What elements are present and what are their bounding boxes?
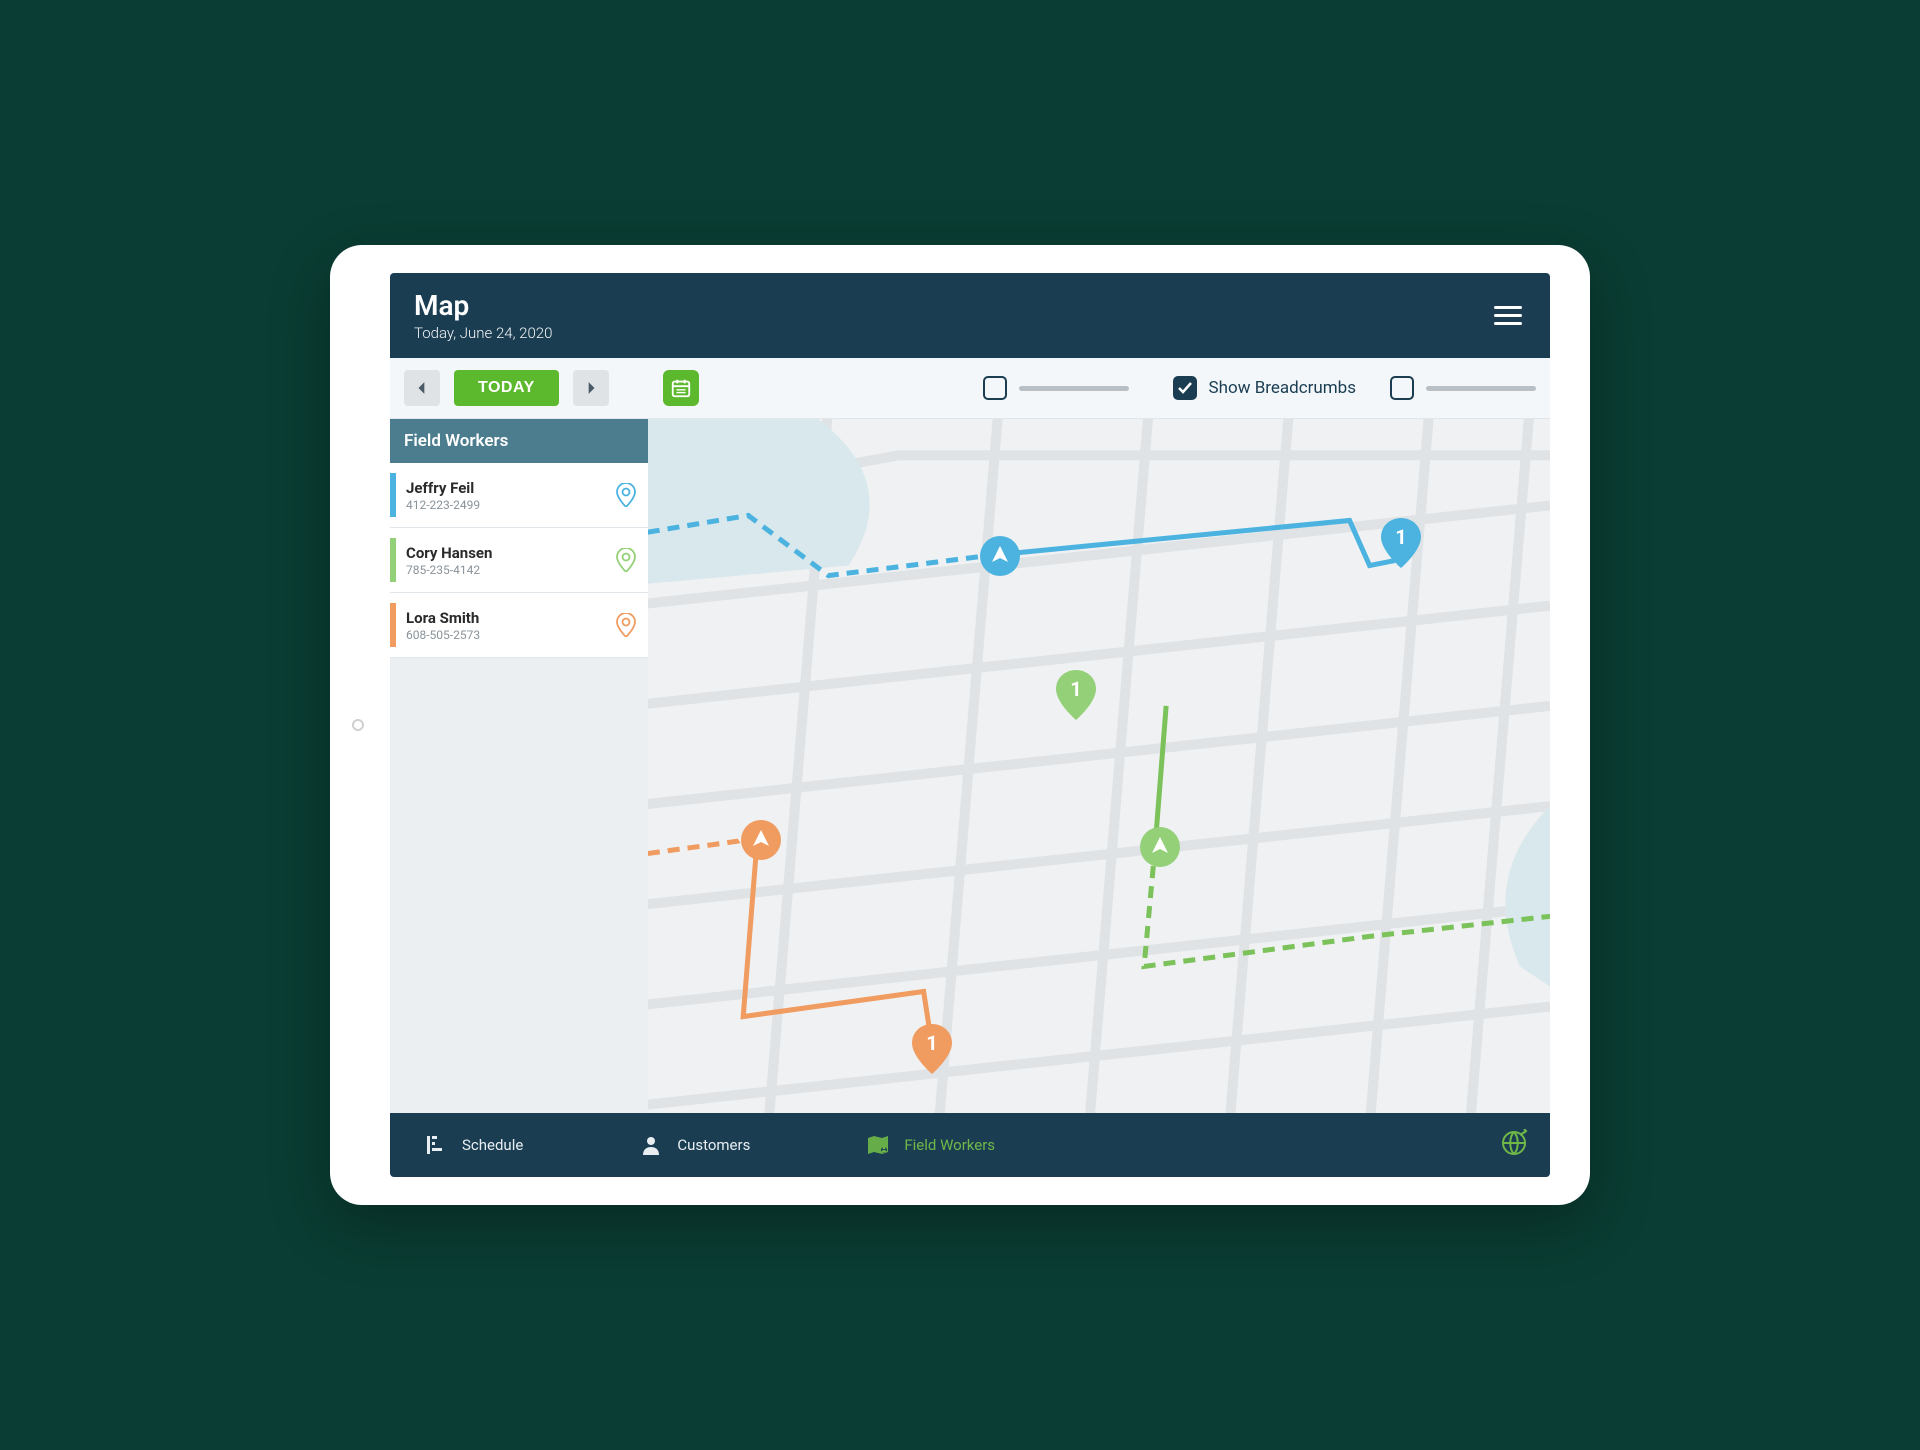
- content-area: Field Workers Jeffry Feil 412-223-2499: [390, 419, 1550, 1113]
- toolbar: TODAY: [390, 358, 1550, 419]
- worker-name: Jeffry Feil: [406, 479, 616, 497]
- svg-text:1: 1: [1395, 525, 1406, 549]
- worker-cursor-green[interactable]: [1138, 825, 1182, 873]
- breadcrumbs-label: Show Breadcrumbs: [1209, 378, 1356, 398]
- navigation-icon: [1138, 825, 1182, 869]
- map-pin-orange-1[interactable]: 1: [912, 1024, 952, 1078]
- nav-label: Customers: [677, 1136, 750, 1154]
- pin-icon: [616, 613, 636, 637]
- map-person-icon: [866, 1133, 890, 1157]
- nav-field-workers[interactable]: Field Workers: [848, 1125, 1013, 1165]
- calendar-button[interactable]: [663, 370, 699, 406]
- chevron-left-icon: [415, 381, 429, 395]
- filter-breadcrumbs: Show Breadcrumbs: [1173, 376, 1356, 400]
- worker-name: Cory Hansen: [406, 544, 616, 562]
- app-header: Map Today, June 24, 2020: [390, 273, 1550, 358]
- svg-text:1: 1: [926, 1031, 937, 1055]
- prev-day-button[interactable]: [404, 370, 440, 406]
- breadcrumbs-checkbox[interactable]: [1173, 376, 1197, 400]
- page-date: Today, June 24, 2020: [414, 324, 552, 342]
- pin-icon: [616, 483, 636, 507]
- worker-phone: 412-223-2499: [406, 498, 616, 512]
- filter-3-slider[interactable]: [1426, 386, 1536, 391]
- calendar-icon: [670, 377, 692, 399]
- pin-icon: 1: [912, 1024, 952, 1074]
- check-icon: [1177, 380, 1193, 396]
- person-icon: [639, 1133, 663, 1157]
- worker-color-swatch: [390, 603, 396, 647]
- worker-cursor-blue[interactable]: [978, 534, 1022, 582]
- filter-1-checkbox[interactable]: [983, 376, 1007, 400]
- worker-color-swatch: [390, 473, 396, 517]
- map-pin-blue-1[interactable]: 1: [1381, 518, 1421, 572]
- filter-1-slider[interactable]: [1019, 386, 1129, 391]
- pin-icon: 1: [1056, 670, 1096, 720]
- menu-icon[interactable]: [1490, 302, 1526, 329]
- nav-label: Schedule: [462, 1136, 523, 1154]
- navigation-icon: [739, 818, 783, 862]
- today-button[interactable]: TODAY: [454, 370, 559, 406]
- tablet-frame: Map Today, June 24, 2020 TODAY: [330, 245, 1590, 1205]
- next-day-button[interactable]: [573, 370, 609, 406]
- filter-1: [983, 376, 1129, 400]
- worker-phone: 785-235-4142: [406, 563, 616, 577]
- schedule-icon: [424, 1133, 448, 1157]
- worker-item-1[interactable]: Cory Hansen 785-235-4142: [390, 528, 648, 593]
- worker-item-2[interactable]: Lora Smith 608-505-2573: [390, 593, 648, 658]
- pin-icon: 1: [1381, 518, 1421, 568]
- sidebar-title: Field Workers: [390, 419, 648, 463]
- nav-customers[interactable]: Customers: [621, 1125, 768, 1165]
- nav-label: Field Workers: [904, 1136, 995, 1154]
- worker-color-swatch: [390, 538, 396, 582]
- globe-icon: [1500, 1129, 1528, 1157]
- chevron-right-icon: [584, 381, 598, 395]
- worker-cursor-orange[interactable]: [739, 818, 783, 866]
- map-pin-green-1[interactable]: 1: [1056, 670, 1096, 724]
- app-screen: Map Today, June 24, 2020 TODAY: [390, 273, 1550, 1177]
- tablet-home-button: [352, 719, 364, 731]
- sidebar: Field Workers Jeffry Feil 412-223-2499: [390, 419, 648, 1113]
- worker-phone: 608-505-2573: [406, 628, 616, 642]
- worker-item-0[interactable]: Jeffry Feil 412-223-2499: [390, 463, 648, 528]
- filter-3-checkbox[interactable]: [1390, 376, 1414, 400]
- filter-3: [1390, 376, 1536, 400]
- worker-name: Lora Smith: [406, 609, 616, 627]
- globe-button[interactable]: [1494, 1123, 1534, 1167]
- nav-schedule[interactable]: Schedule: [406, 1125, 541, 1165]
- page-title: Map: [414, 289, 552, 322]
- svg-text:1: 1: [1071, 677, 1082, 701]
- bottom-nav: Schedule Customers Field Workers: [390, 1113, 1550, 1177]
- map[interactable]: 1 1: [648, 419, 1550, 1113]
- navigation-icon: [978, 534, 1022, 578]
- pin-icon: [616, 548, 636, 572]
